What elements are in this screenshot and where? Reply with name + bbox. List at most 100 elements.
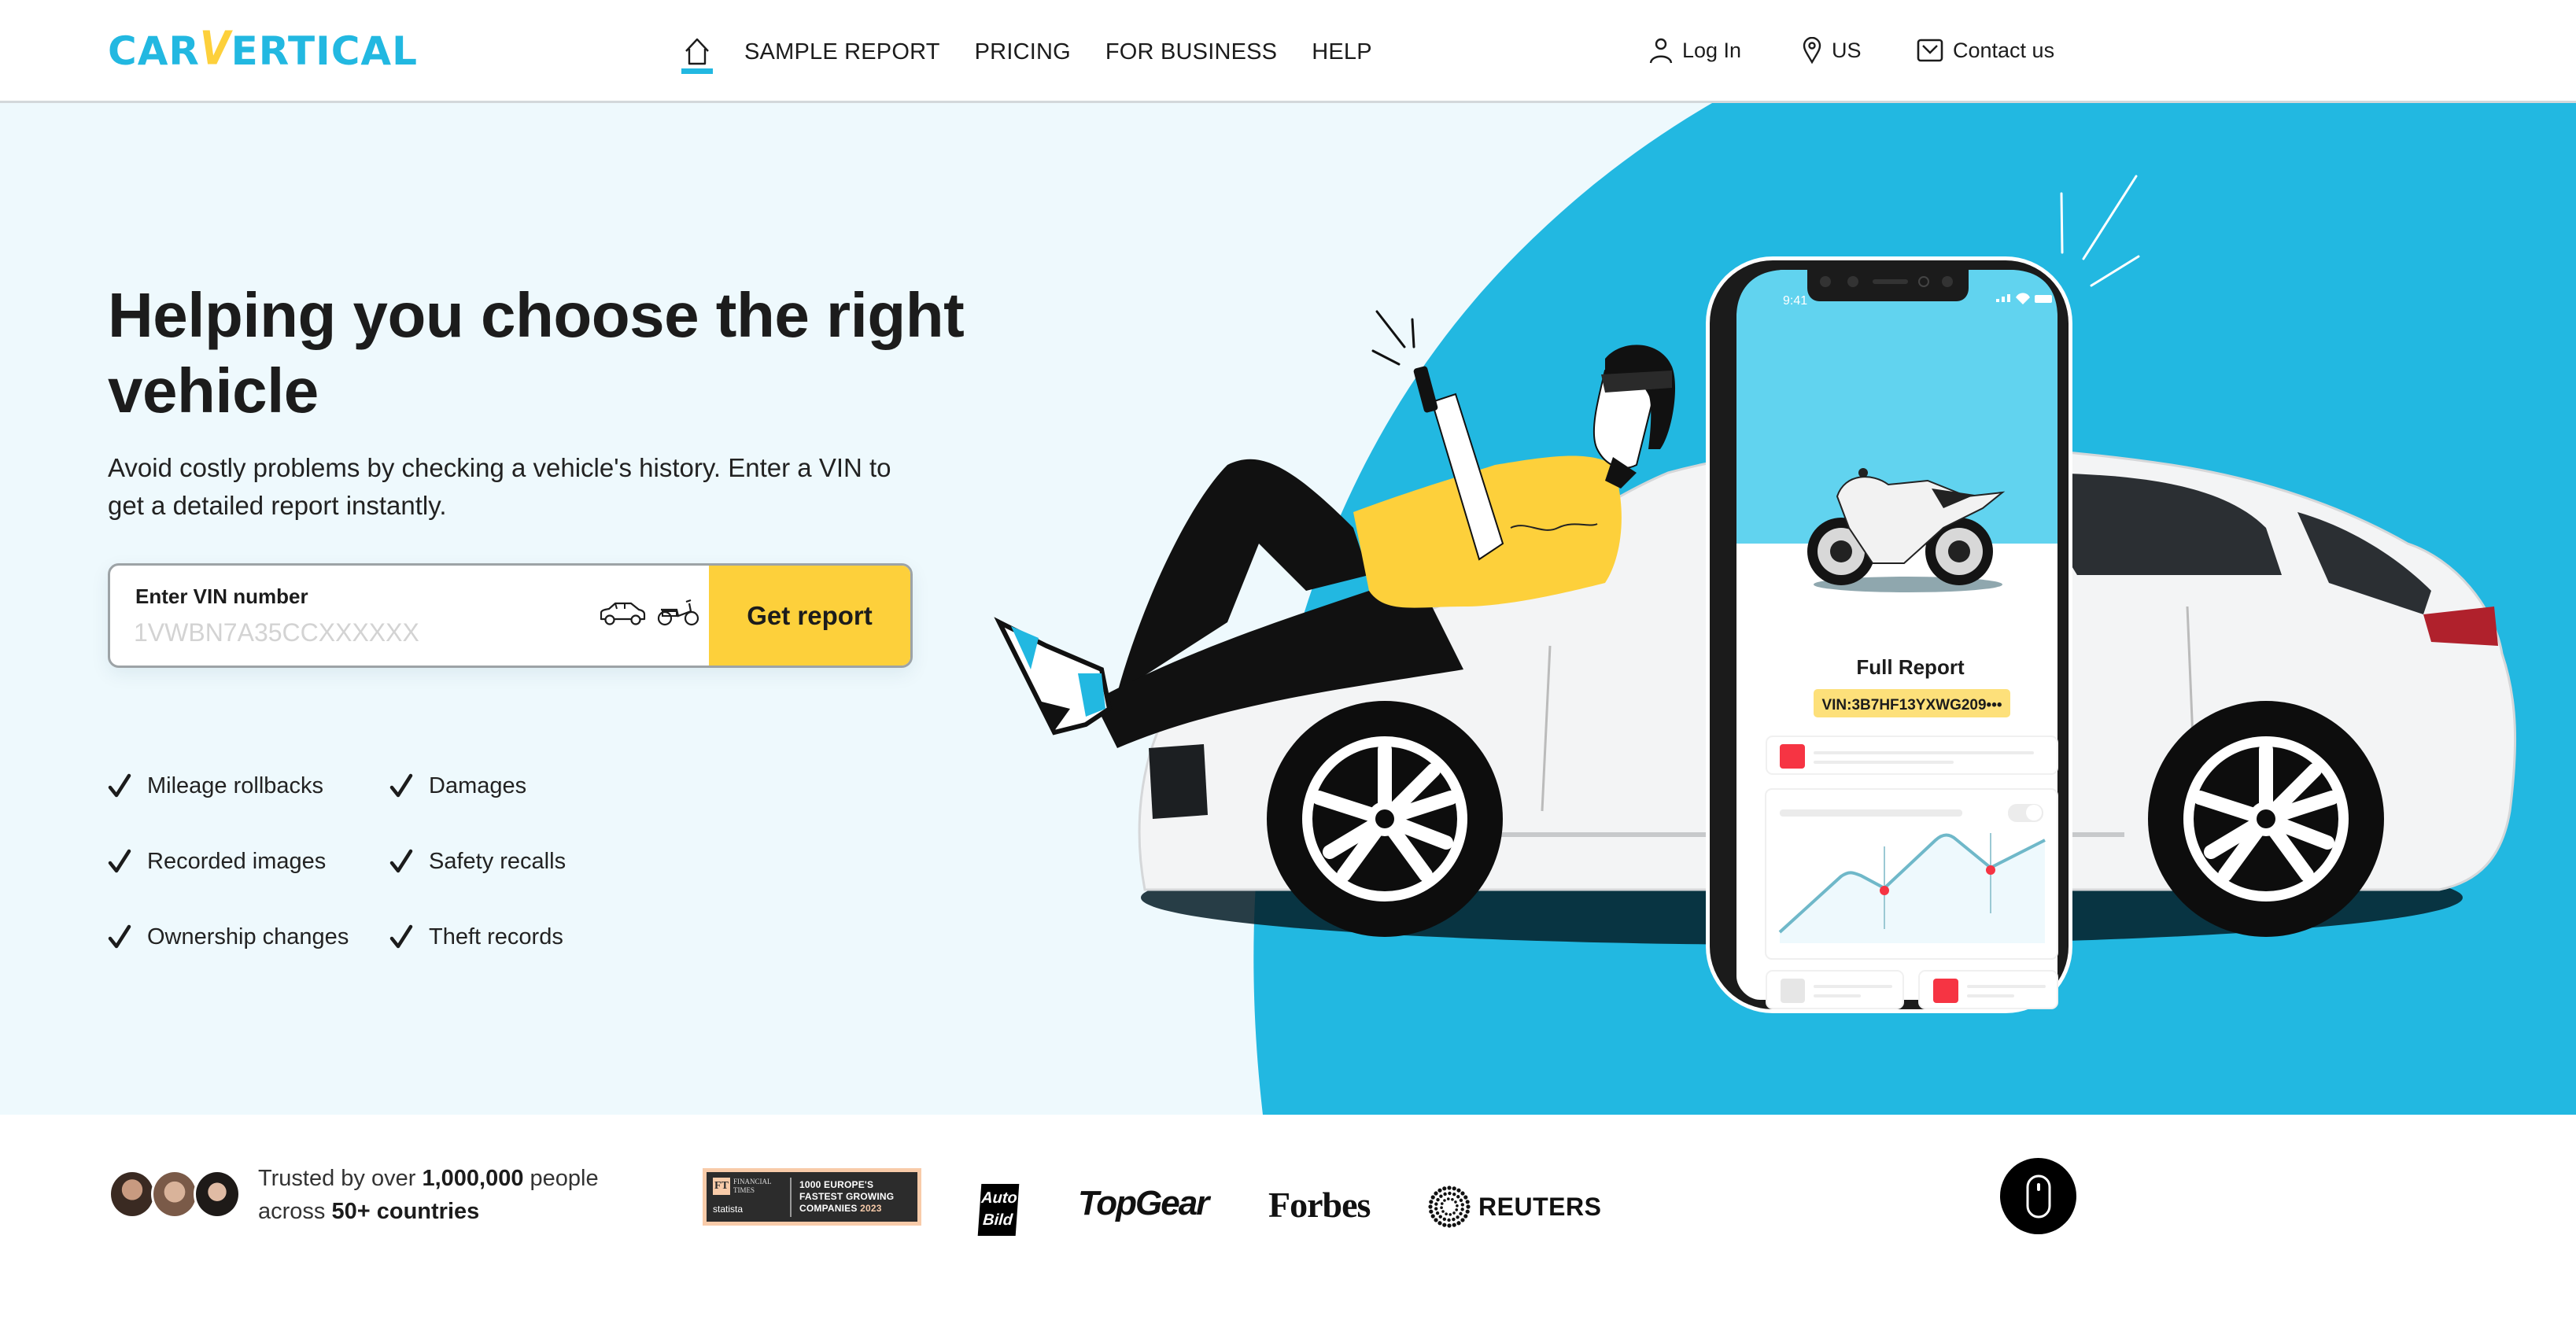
checkmark-icon bbox=[389, 924, 413, 949]
front-wheel bbox=[1267, 701, 1503, 937]
reuters-dot bbox=[1454, 1200, 1457, 1204]
trust-strip: Trusted by over 1,000,000 people across … bbox=[0, 1115, 2576, 1320]
reuters-logo: REUTERS bbox=[1428, 1185, 1601, 1228]
reuters-dot bbox=[1435, 1211, 1440, 1215]
location-pin-icon bbox=[1803, 37, 1821, 64]
reuters-dot bbox=[1429, 1209, 1434, 1214]
reuters-dot bbox=[1456, 1188, 1461, 1193]
nav-sample-report[interactable]: SAMPLE REPORT bbox=[744, 39, 940, 65]
hero-section: Full Report VIN:3B7HF13YXWG209••• 9:41 H… bbox=[0, 103, 2576, 1115]
reuters-dot bbox=[1463, 1214, 1468, 1219]
avatar bbox=[109, 1170, 156, 1219]
ft-award-line2: FASTEST GROWING bbox=[799, 1191, 895, 1202]
reuters-dot bbox=[1442, 1186, 1447, 1191]
nav-pricing[interactable]: PRICING bbox=[975, 39, 1071, 65]
reuters-dot bbox=[1443, 1199, 1446, 1202]
statista-logo: statista bbox=[713, 1203, 744, 1215]
contact-link[interactable]: Contact us bbox=[1917, 33, 2054, 68]
contact-label: Contact us bbox=[1953, 38, 2055, 62]
feature-item: Mileage rollbacks bbox=[108, 748, 389, 824]
country-count: 50+ countries bbox=[331, 1199, 480, 1224]
ft-award-year: 2023 bbox=[860, 1203, 882, 1214]
home-icon bbox=[685, 38, 709, 65]
forbes-logo: Forbes bbox=[1268, 1185, 1371, 1225]
reuters-dot bbox=[1441, 1210, 1445, 1213]
mouse-icon bbox=[2026, 1174, 2050, 1218]
reuters-dot bbox=[1429, 1200, 1434, 1204]
checkmark-icon bbox=[389, 849, 413, 873]
login-label: Log In bbox=[1682, 38, 1742, 62]
checkmark-icon bbox=[108, 924, 131, 949]
nav-for-business[interactable]: FOR BUSINESS bbox=[1105, 39, 1277, 65]
vehicle-type-icons bbox=[598, 599, 700, 627]
carvertical-logo[interactable]: CAR V ERTICAL bbox=[108, 21, 418, 76]
reuters-dots-icon bbox=[1428, 1185, 1471, 1228]
reuters-dot bbox=[1447, 1218, 1451, 1222]
reuters-dot bbox=[1460, 1208, 1464, 1211]
site-header: CAR V ERTICAL SAMPLE REPORT PRICING FOR BU… bbox=[0, 0, 2576, 103]
feature-label: Theft records bbox=[429, 924, 563, 949]
reuters-dot bbox=[1442, 1217, 1446, 1222]
ft-name-line1: FINANCIAL bbox=[733, 1177, 772, 1185]
reuters-dot bbox=[1434, 1191, 1438, 1196]
reuters-dot bbox=[1443, 1192, 1447, 1196]
user-icon bbox=[1649, 38, 1673, 64]
region-label: US bbox=[1832, 38, 1862, 62]
phone-time: 9:41 bbox=[1783, 294, 1807, 308]
reuters-dot bbox=[1465, 1200, 1470, 1204]
vin-input[interactable] bbox=[134, 613, 574, 652]
reuters-dot bbox=[1455, 1208, 1459, 1211]
main-nav: SAMPLE REPORT PRICING FOR BUSINESS HELP bbox=[681, 31, 1407, 74]
phone-report-title: Full Report bbox=[1856, 655, 1965, 679]
feature-item: Damages bbox=[389, 748, 704, 824]
feature-item: Theft records bbox=[389, 899, 704, 975]
reuters-dot bbox=[1445, 1212, 1448, 1216]
reuters-dot bbox=[1452, 1186, 1456, 1191]
logo-part-ertical: ERTICAL bbox=[231, 28, 418, 74]
reuters-dot bbox=[1452, 1222, 1456, 1227]
scroll-down-button[interactable] bbox=[2000, 1158, 2076, 1234]
feature-label: Damages bbox=[429, 772, 527, 798]
mail-icon bbox=[1917, 39, 1943, 62]
ft-award-badge: FT FINANCIAL TIMES statista 1000 EUROPE'S… bbox=[703, 1168, 921, 1226]
feature-item: Recorded images bbox=[108, 824, 389, 899]
ft-logo: FT bbox=[713, 1177, 730, 1195]
get-report-button[interactable]: Get report bbox=[709, 566, 910, 666]
topgear-logo: TopGear bbox=[1078, 1184, 1209, 1222]
nav-home[interactable] bbox=[681, 31, 713, 74]
reuters-dot bbox=[1460, 1218, 1465, 1222]
ft-award-line1: 1000 EUROPE'S bbox=[799, 1179, 874, 1190]
ft-award-line3: COMPANIES bbox=[799, 1203, 858, 1214]
reuters-dot bbox=[1434, 1207, 1438, 1211]
reuters-dot bbox=[1447, 1223, 1452, 1228]
reuters-dot bbox=[1451, 1197, 1454, 1201]
reuters-dot bbox=[1463, 1195, 1468, 1200]
reuters-dot bbox=[1446, 1197, 1450, 1200]
reuters-dot bbox=[1434, 1202, 1438, 1206]
nav-help[interactable]: HELP bbox=[1312, 39, 1372, 65]
trust-prefix: Trusted by over bbox=[258, 1166, 423, 1191]
hero-subtitle: Avoid costly problems by checking a vehi… bbox=[108, 453, 891, 520]
reuters-dot bbox=[1437, 1188, 1442, 1193]
autobild-line2: Bild bbox=[982, 1211, 1013, 1229]
reuters-dot bbox=[1440, 1202, 1444, 1205]
reuters-dot bbox=[1452, 1211, 1456, 1215]
vin-search-form: Enter VIN number Get report bbox=[108, 563, 913, 668]
region-selector[interactable]: US bbox=[1802, 33, 1862, 68]
reuters-dot bbox=[1434, 1218, 1438, 1222]
reuters-dot bbox=[1436, 1197, 1440, 1202]
feature-item: Ownership changes bbox=[108, 899, 389, 975]
reuters-dot bbox=[1456, 1215, 1460, 1219]
logo-part-v: V bbox=[199, 21, 231, 76]
reuters-dot bbox=[1465, 1209, 1470, 1214]
reuters-dot bbox=[1430, 1214, 1435, 1219]
phone-vin-badge: VIN:3B7HF13YXWG209••• bbox=[1821, 697, 2002, 713]
trust-line2-prefix: across bbox=[258, 1199, 332, 1224]
reuters-dot bbox=[1440, 1206, 1443, 1210]
login-link[interactable]: Log In bbox=[1649, 33, 1741, 68]
reuters-dot bbox=[1466, 1204, 1471, 1209]
trust-middle: people bbox=[523, 1166, 599, 1191]
ft-name-line2: TIMES bbox=[733, 1185, 755, 1194]
reuters-dot bbox=[1438, 1215, 1442, 1219]
reuters-dot bbox=[1439, 1194, 1443, 1198]
